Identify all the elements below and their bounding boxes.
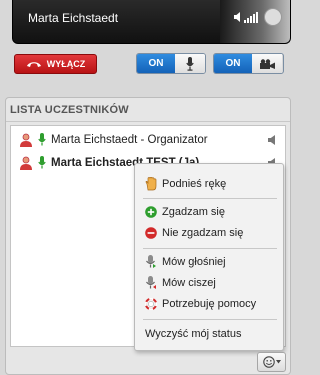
speak-quieter-icon	[146, 276, 156, 289]
video-preview: Marta Eichstaedt	[12, 0, 291, 44]
microphone-toggle-state: ON	[137, 54, 175, 73]
camera-indicator-icon	[264, 8, 282, 26]
microphone-icon	[186, 56, 194, 71]
disagree-icon	[145, 227, 157, 239]
menu-item-agree[interactable]: Zgadzam się	[135, 202, 283, 222]
participant-avatar-icon	[20, 156, 32, 170]
participant-name: Marta Eichstaedt - Organizator	[51, 134, 208, 146]
menu-separator	[143, 319, 277, 320]
menu-item-label: Wyczyść mój status	[145, 328, 242, 340]
smiley-icon	[262, 356, 275, 368]
menu-item-speak-quieter[interactable]: Mów ciszej	[135, 273, 283, 293]
need-help-icon	[145, 298, 157, 310]
participant-row[interactable]: Marta Eichstaedt - Organizator	[11, 129, 281, 151]
organizer-avatar-icon	[20, 133, 32, 147]
speak-louder-icon	[146, 255, 156, 268]
menu-item-label: Zgadzam się	[162, 206, 225, 218]
menu-item-label: Mów głośniej	[162, 256, 226, 268]
microphone-toggle[interactable]: ON	[136, 53, 206, 74]
menu-item-clear-status[interactable]: Wyczyść mój status	[135, 324, 283, 344]
hangup-button[interactable]: WYŁĄCZ	[14, 54, 97, 74]
participant-speaker-icon	[268, 135, 275, 145]
raise-hand-icon	[145, 177, 157, 191]
microphone-active-icon	[38, 133, 46, 146]
menu-item-disagree[interactable]: Nie zgadzam się	[135, 223, 283, 243]
microphone-active-icon	[38, 156, 46, 169]
camera-toggle[interactable]: ON	[213, 53, 284, 74]
phone-hangup-icon	[26, 62, 41, 67]
menu-item-label: Nie zgadzam się	[162, 227, 244, 239]
menu-separator	[143, 198, 277, 199]
menu-item-need-help[interactable]: Potrzebuję pomocy	[135, 294, 283, 314]
panel-divider	[6, 121, 290, 122]
menu-item-label: Podnieś rękę	[162, 178, 227, 190]
status-menu: Podnieś rękę Zgadzam się Nie zgadzam się…	[134, 163, 284, 351]
menu-item-speak-louder[interactable]: Mów głośniej	[135, 252, 283, 272]
video-camera-icon	[260, 58, 275, 69]
menu-separator	[143, 248, 277, 249]
agree-icon	[145, 206, 157, 218]
status-picker-button[interactable]	[257, 352, 286, 372]
chevron-down-icon	[275, 360, 281, 364]
panel-title: LISTA UCZESTNIKÓW	[10, 104, 129, 116]
camera-toggle-state: ON	[214, 54, 252, 73]
menu-item-label: Potrzebuję pomocy	[162, 298, 257, 310]
menu-item-label: Mów ciszej	[162, 277, 216, 289]
signal-level-icon	[244, 12, 258, 23]
menu-item-raise-hand[interactable]: Podnieś rękę	[135, 174, 283, 194]
hangup-label: WYŁĄCZ	[46, 59, 86, 69]
video-speaker-name: Marta Eichstaedt	[28, 11, 119, 25]
